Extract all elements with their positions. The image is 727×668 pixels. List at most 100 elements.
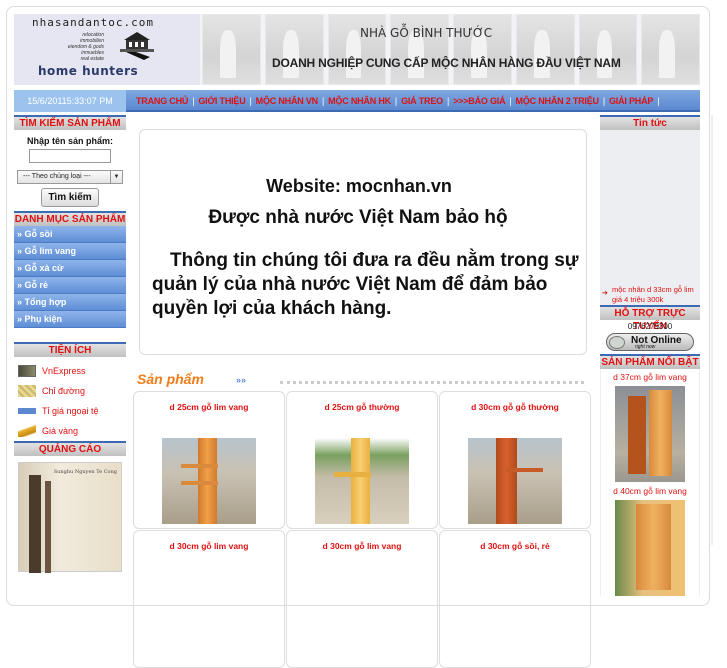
nav-separator: | [321,96,325,106]
featured-image[interactable] [615,500,685,596]
utility-gold-price[interactable]: Giá vàng [18,421,126,441]
utility-label[interactable]: VnExpress [42,366,86,376]
product-image[interactable] [315,438,409,524]
product-card[interactable]: d 25cm gỗ lim vang [133,391,285,529]
left-sidebar: TÌM KIẾM SẢN PHẨM Nhập tên sản phẩm: ---… [14,115,126,573]
product-card[interactable]: d 30cm gỗ lim vang [286,530,438,668]
products-heading: Sản phẩm [137,371,204,387]
nav-gia-treo[interactable]: GIÁ TREO [401,96,443,106]
header-banner-images [200,14,700,85]
category-item-tong-hop[interactable]: » Tổng hợp [14,293,126,311]
house-icon [120,32,154,60]
site-subtitle: DOANH NGHIỆP CUNG CẤP MỘC NHÂN HÀNG ĐẦU … [272,56,621,70]
nav-moc-nhan-hk[interactable]: MỘC NHÂN HK [328,96,391,106]
search-button[interactable]: Tìm kiếm [41,187,99,207]
featured-image[interactable] [615,386,685,482]
main-nav: 15/6/20115:33:07 PM TRANG CHỦ | GIỚI THIỆ… [14,90,700,112]
ad-image-post [45,480,51,573]
category-item-go-re[interactable]: » Gỗ rẻ [14,276,126,294]
nav-moc-nhan-2-trieu[interactable]: MỘC NHÂN 2 TRIỆU [516,96,600,106]
featured-list: d 37cm gỗ lim vang d 40cm gỗ lim vang [600,369,700,596]
search-box: Nhập tên sản phẩm: --- Theo chủng loại -… [14,130,126,211]
nav-separator: | [446,96,450,106]
search-label: Nhập tên sản phẩm: [26,136,113,146]
product-grid: d 25cm gỗ lim vang d 25cm gỗ thường d 30… [133,391,594,668]
category-item-go-lim-vang[interactable]: » Gỗ lim vang [14,242,126,260]
notice-protection: Được nhà nước Việt Nam bảo hộ [208,207,508,228]
logo-tagline: home hunters [38,64,139,78]
news-heading: Tin tức [600,115,700,130]
support-heading: HỖ TRỢ TRỰC TUYẾN [600,305,700,332]
categories-heading: DANH MỤC SẢN PHẨM [14,210,126,226]
banner-photo [515,14,575,85]
product-card[interactable]: d 30cm gỗ sồi, rẻ [439,530,591,668]
utility-vnexpress[interactable]: VnExpress [18,361,126,381]
right-sidebar: Tin tức mộc nhân d 33cm gỗ lim giá 4 tri… [600,115,700,600]
category-select[interactable]: --- Theo chủng loại --- ▼ [17,169,123,184]
ad-caption: Sunghu Nguyen Te Cong [53,468,117,475]
support-phone: 0976279300 [627,322,673,331]
category-select-value: --- Theo chủng loại --- [23,172,91,180]
banner-photo [390,14,449,85]
logo-tags: relocation immobilien eiendom & gods inm… [34,32,104,62]
ad-banner[interactable]: Sunghu Nguyen Te Cong [18,461,122,573]
online-status-sub: right now [635,344,656,350]
nav-separator: | [249,96,252,106]
utilities-list: VnExpress Chỉ đường Tỉ giá ngoại tệ Giá … [14,357,126,441]
product-name[interactable]: d 30cm gỗ gỗ thường [440,402,590,412]
ads-heading: QUẢNG CÁO [14,440,126,456]
search-input[interactable] [29,149,111,163]
main-content: Website: mocnhan.vn Được nhà nước Việt N… [133,115,594,668]
search-heading: TÌM KIẾM SẢN PHẨM [14,115,126,130]
chevron-down-icon[interactable]: ▼ [110,170,122,183]
utility-label[interactable]: Tỉ giá ngoại tệ [42,406,99,416]
product-name[interactable]: d 30cm gỗ sồi, rẻ [440,541,590,551]
product-image[interactable] [468,438,562,524]
nav-giai-phap[interactable]: GIẢI PHÁP [609,96,653,106]
gold-icon [18,424,36,437]
banner-photo [202,14,261,85]
utility-exchange-rate[interactable]: Tỉ giá ngoại tệ [18,401,126,421]
banner-photo [327,14,387,85]
nav-moc-nhan-vn[interactable]: MỘC NHÂN VN [256,96,319,106]
product-card[interactable]: d 30cm gỗ lim vang [133,530,285,668]
banner-photo [578,14,638,85]
utility-directions[interactable]: Chỉ đường [18,381,126,401]
featured-name[interactable]: d 40cm gỗ lim vang [601,486,699,496]
banner-photo [264,14,324,85]
news-list: mộc nhân d 33cm gỗ lim giá 4 triệu 300k [600,130,700,305]
category-item-phu-kien[interactable]: » Phụ kiện [14,310,126,328]
product-name[interactable]: d 30cm gỗ lim vang [134,541,284,551]
nav-home[interactable]: TRANG CHỦ [136,96,188,106]
online-status-button[interactable]: Not Online right now [606,333,694,351]
products-more-link[interactable]: »» [236,375,246,385]
nav-about[interactable]: GIỚI THIỆU [198,96,245,106]
product-card[interactable]: d 30cm gỗ gỗ thường [439,391,591,529]
notice-box: Website: mocnhan.vn Được nhà nước Việt N… [139,129,587,355]
map-icon [18,384,36,397]
product-name[interactable]: d 25cm gỗ thường [287,402,437,412]
category-item-go-soi[interactable]: » Gỗ sồi [14,225,126,243]
current-datetime: 15/6/20115:33:07 PM [14,90,126,112]
featured-heading: SẢN PHẨM NỔI BẬT [600,354,700,369]
product-image[interactable] [162,438,256,524]
site-title: NHÀ GỖ BÌNH THƯỚC [360,26,493,40]
ad-image-post [29,474,41,573]
product-card[interactable]: d 25cm gỗ thường [286,391,438,529]
product-name[interactable]: d 25cm gỗ lim vang [134,402,284,412]
nav-separator: | [657,96,660,106]
nav-bao-gia[interactable]: >>>BÁO GIÁ [453,96,505,106]
featured-name[interactable]: d 37cm gỗ lim vang [601,372,699,382]
nav-separator: | [602,96,605,106]
scrollbar[interactable] [711,115,713,545]
banner-photo [453,14,512,85]
product-name[interactable]: d 30cm gỗ lim vang [287,541,437,551]
products-header: Sản phẩm »» [134,369,594,391]
news-item[interactable]: mộc nhân d 33cm gỗ lim giá 4 triệu 300k [602,285,700,305]
site-logo[interactable]: nhasandantoc.com relocation immobilien e… [14,14,200,85]
banner-photo [641,14,700,85]
logo-tag: real estate [80,56,104,62]
utility-label[interactable]: Giá vàng [42,426,78,436]
utility-label[interactable]: Chỉ đường [42,386,85,396]
category-item-go-xa-cu[interactable]: » Gỗ xà cừ [14,259,126,277]
